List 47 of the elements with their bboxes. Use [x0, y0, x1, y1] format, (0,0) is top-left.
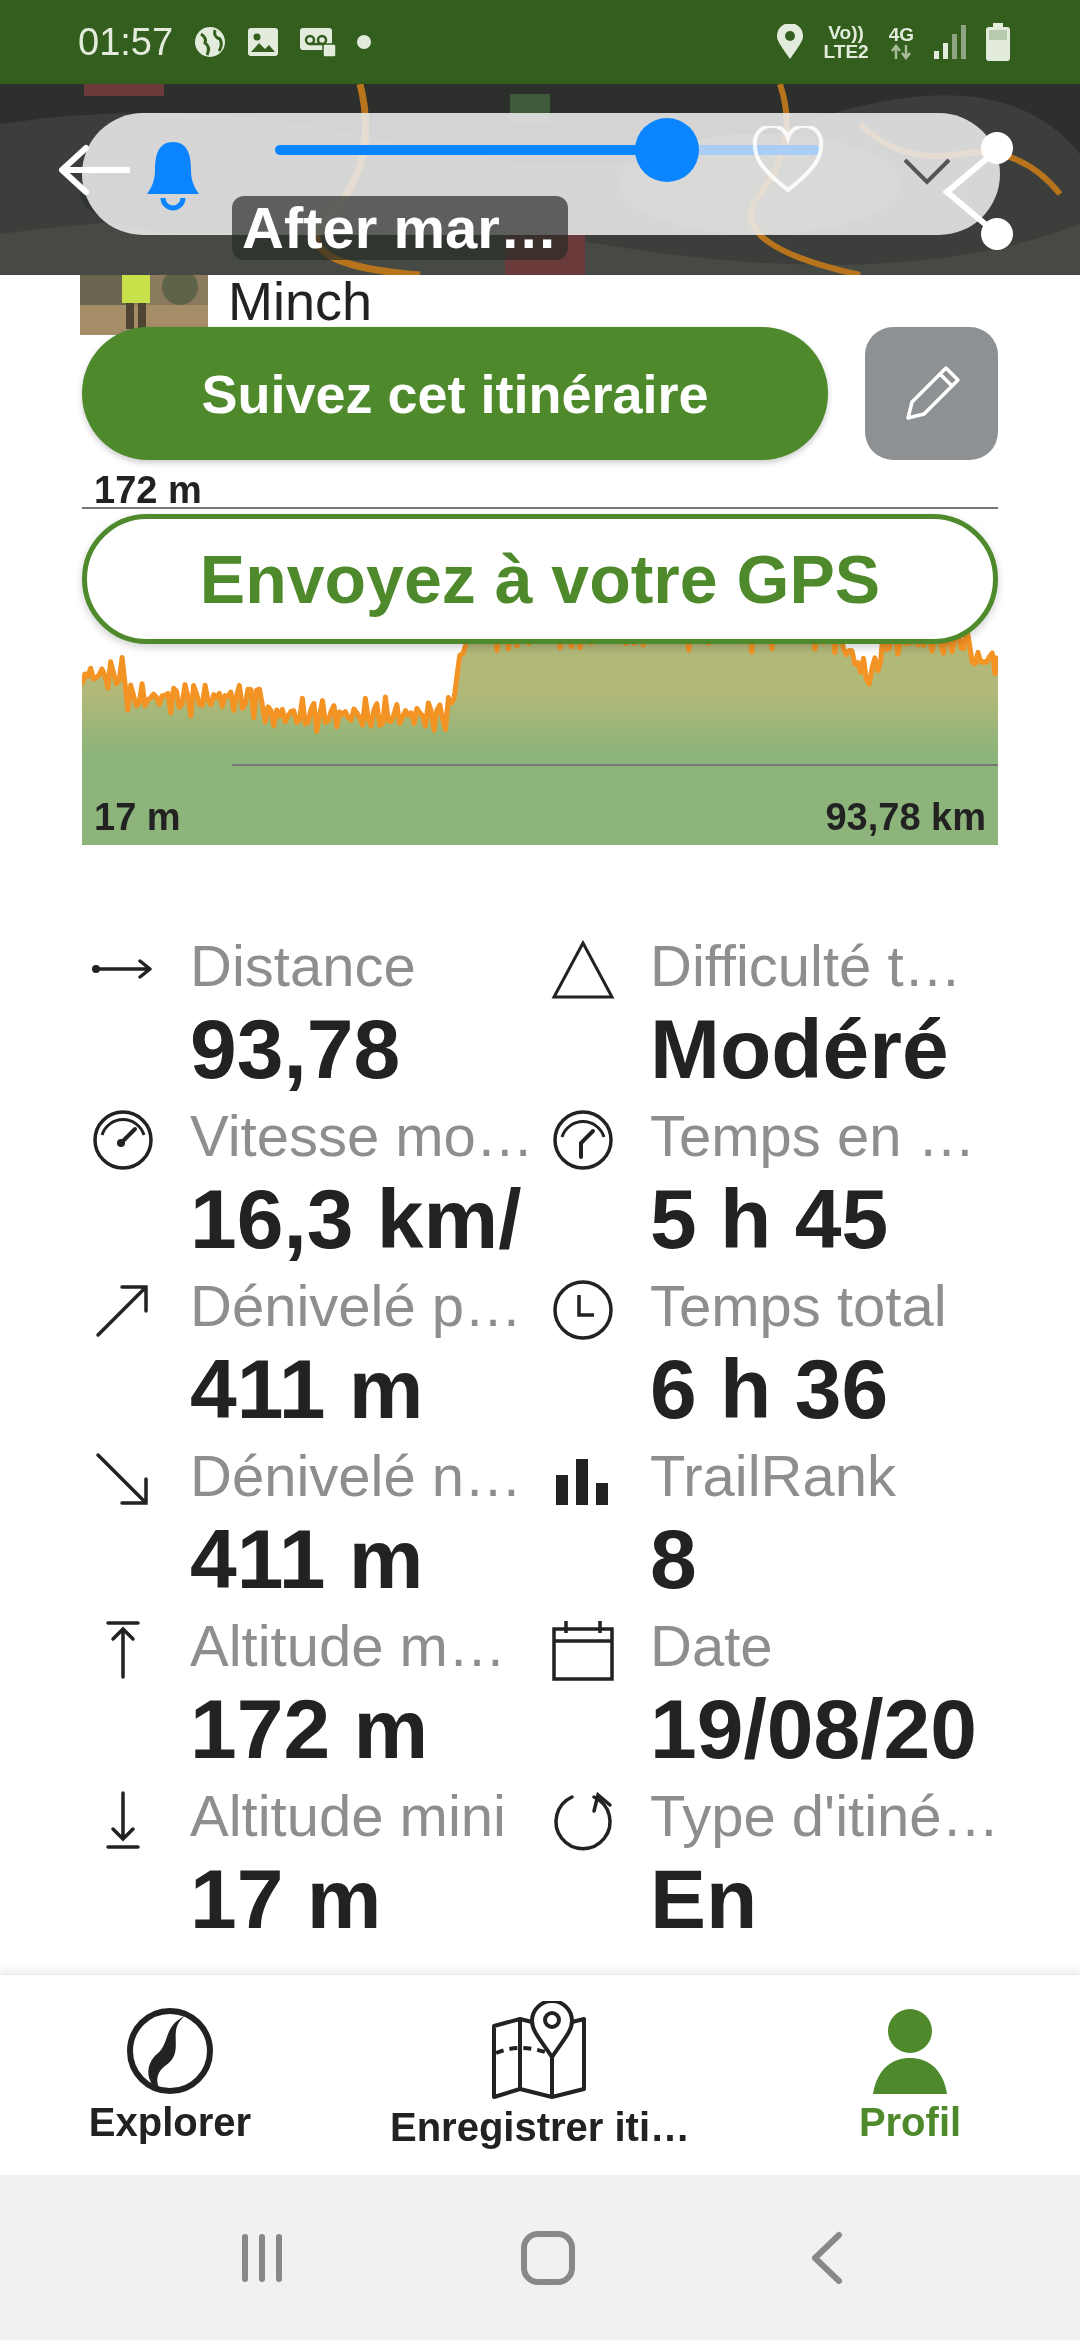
stat-label: Temps en …	[650, 1103, 977, 1169]
send-to-gps-button[interactable]: Envoyez à votre GPS	[82, 514, 998, 644]
stat-value: 6 h 36	[650, 1341, 890, 1438]
image-icon	[247, 27, 280, 57]
clock-time: 01:57	[78, 20, 174, 64]
stat-value: En	[650, 1851, 759, 1948]
stat-value: 93,78	[190, 1001, 402, 1098]
lte-label: LTE2	[823, 42, 869, 61]
stat-value: 411 m	[190, 1511, 425, 1608]
distance-label: 93,78 km	[825, 797, 986, 837]
stat-label: Type d'itiné…	[650, 1783, 1001, 1849]
stat-label: TrailRank	[650, 1443, 898, 1509]
data-arrows-icon	[890, 43, 913, 60]
stat-label: Dénivelé n…	[190, 1443, 524, 1509]
network-label: 4G	[888, 24, 914, 44]
max-elevation-label: 172 m	[94, 470, 202, 510]
stat-label: Dénivelé p…	[190, 1273, 524, 1339]
stat-label: Altitude mini	[190, 1783, 507, 1849]
volte-label: Vo))	[828, 23, 864, 42]
min-elevation-label: 17 m	[94, 797, 181, 837]
follow-route-button[interactable]: Suivez cet itinéraire	[82, 327, 828, 460]
stat-value: Modéré	[650, 1001, 950, 1098]
stat-value: 16,3 km/	[190, 1171, 523, 1268]
stat-value: 411 m	[190, 1341, 425, 1438]
nav-tab[interactable]: Enregistrer iti…	[340, 1975, 740, 2175]
stat-label: Distance	[190, 933, 417, 999]
stat-label: Altitude m…	[190, 1613, 507, 1679]
nav-tab[interactable]: Explorer	[0, 1975, 340, 2175]
notification-dot-icon	[357, 35, 372, 49]
stat-value: 172 m	[190, 1681, 430, 1778]
stat-value: 8	[650, 1511, 698, 1608]
location-pin-icon	[775, 24, 804, 60]
stat-label: Difficulté t…	[650, 933, 963, 999]
stat-label: Vitesse mo…	[190, 1103, 535, 1169]
globe-icon	[193, 25, 228, 59]
stat-value: 17 m	[190, 1851, 383, 1948]
home-icon[interactable]	[520, 2229, 576, 2286]
stat-label: Date	[650, 1613, 774, 1679]
nav-tab[interactable]: Profil	[740, 1975, 1080, 2175]
compass-logo-icon	[125, 2005, 215, 2096]
stat-label: Temps total	[650, 1273, 948, 1339]
voicemail-icon	[299, 27, 338, 57]
battery-icon	[986, 23, 1010, 61]
signal-icon	[934, 25, 966, 59]
stat-value: 19/08/20	[650, 1681, 978, 1778]
stat-value: 5 h 45	[650, 1171, 890, 1268]
edit-button[interactable]	[865, 327, 998, 460]
